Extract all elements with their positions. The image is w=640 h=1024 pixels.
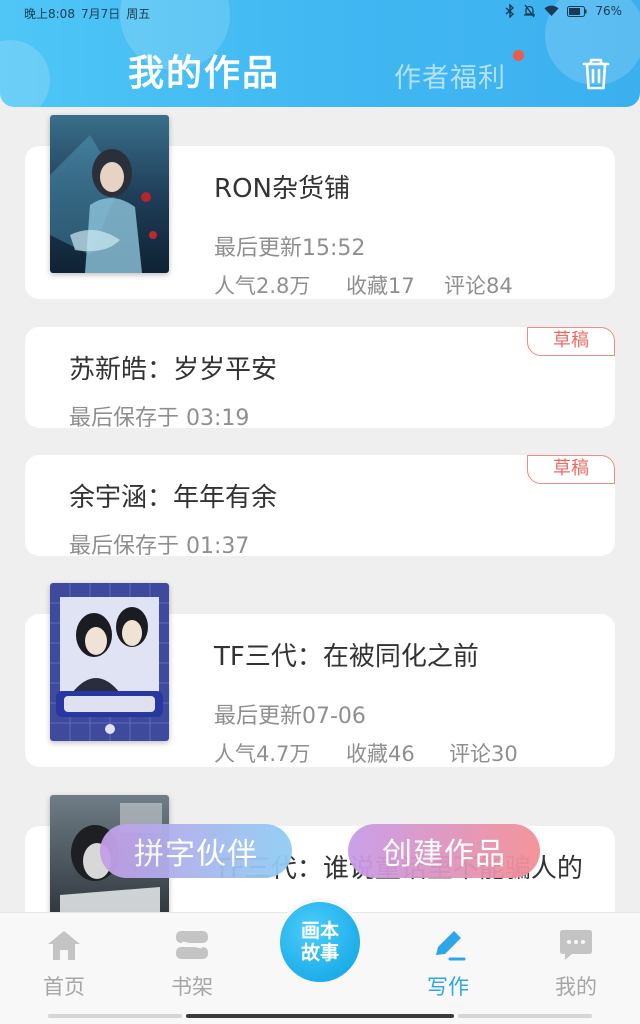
last-saved: 最后保存于 03:19 bbox=[69, 406, 250, 431]
home-icon bbox=[44, 927, 84, 963]
draft-card[interactable]: 余宇涵：年年有余 最后保存于 01:37 草稿 bbox=[25, 455, 615, 559]
decor-bubble bbox=[0, 40, 50, 107]
nav-bookshelf[interactable]: 书架 bbox=[152, 927, 232, 1001]
center-button-line1: 画本 bbox=[300, 920, 339, 942]
bookshelf-icon bbox=[172, 927, 212, 963]
work-title: 苏新皓：岁岁平安 bbox=[69, 355, 278, 385]
work-title: TF三代：在被同化之前 bbox=[214, 642, 479, 672]
last-saved: 最后保存于 01:37 bbox=[69, 534, 250, 559]
status-date: 7月7日 bbox=[80, 7, 121, 21]
author-benefits-tab[interactable]: 作者福利 bbox=[394, 56, 506, 95]
status-time: 晚上8:08 bbox=[24, 7, 75, 21]
book-cover-image[interactable] bbox=[50, 115, 169, 273]
center-button-line2: 故事 bbox=[300, 942, 339, 964]
trash-icon[interactable] bbox=[580, 57, 612, 91]
comments-stat: 评论84 bbox=[444, 274, 513, 298]
wifi-icon bbox=[544, 5, 559, 17]
last-updated: 最后更新15:52 bbox=[214, 236, 366, 261]
book-cover-image[interactable] bbox=[50, 583, 169, 741]
status-bar: 晚上8:08 7月7日 周五 76% bbox=[0, 0, 640, 26]
nav-label: 写作 bbox=[427, 975, 469, 999]
nav-label: 首页 bbox=[43, 975, 85, 999]
comments-stat: 评论30 bbox=[449, 742, 518, 766]
status-weekday: 周五 bbox=[126, 7, 151, 21]
picture-story-button[interactable]: 画本 故事 bbox=[276, 898, 364, 986]
work-title: RON杂货铺 bbox=[214, 174, 350, 204]
nav-label: 书架 bbox=[171, 975, 213, 999]
home-indicator-right bbox=[458, 1014, 592, 1018]
page-title: 我的作品 bbox=[128, 53, 281, 94]
draft-card[interactable]: 苏新皓：岁岁平安 最后保存于 03:19 草稿 bbox=[25, 327, 615, 431]
pen-icon bbox=[428, 927, 468, 963]
favorites-stat: 收藏46 bbox=[346, 742, 415, 766]
notification-dot bbox=[513, 50, 524, 61]
nav-me[interactable]: 我的 bbox=[536, 927, 616, 1001]
draft-badge: 草稿 bbox=[527, 327, 615, 356]
create-work-button[interactable]: 创建作品 bbox=[348, 824, 540, 878]
battery-level: 76% bbox=[595, 4, 622, 18]
bluetooth-icon bbox=[505, 4, 515, 18]
last-updated: 最后更新07-06 bbox=[214, 704, 366, 729]
draft-badge: 草稿 bbox=[527, 455, 615, 484]
nav-label: 我的 bbox=[555, 975, 597, 999]
favorites-stat: 收藏17 bbox=[346, 274, 415, 298]
popularity-stat: 人气4.7万 bbox=[214, 742, 311, 766]
nav-write[interactable]: 写作 bbox=[408, 927, 488, 1001]
home-indicator-left bbox=[48, 1014, 182, 1018]
nav-home[interactable]: 首页 bbox=[24, 927, 104, 1001]
battery-icon bbox=[567, 5, 587, 17]
header-bar: 晚上8:08 7月7日 周五 76% 我的作品 作者福利 bbox=[0, 0, 640, 107]
chat-bubble-icon bbox=[556, 927, 596, 963]
work-title: 余宇涵：年年有余 bbox=[69, 483, 278, 513]
mute-bell-icon bbox=[523, 4, 536, 18]
typing-partner-button[interactable]: 拼字伙伴 bbox=[100, 824, 292, 878]
home-indicator[interactable] bbox=[186, 1014, 454, 1018]
popularity-stat: 人气2.8万 bbox=[214, 274, 311, 298]
